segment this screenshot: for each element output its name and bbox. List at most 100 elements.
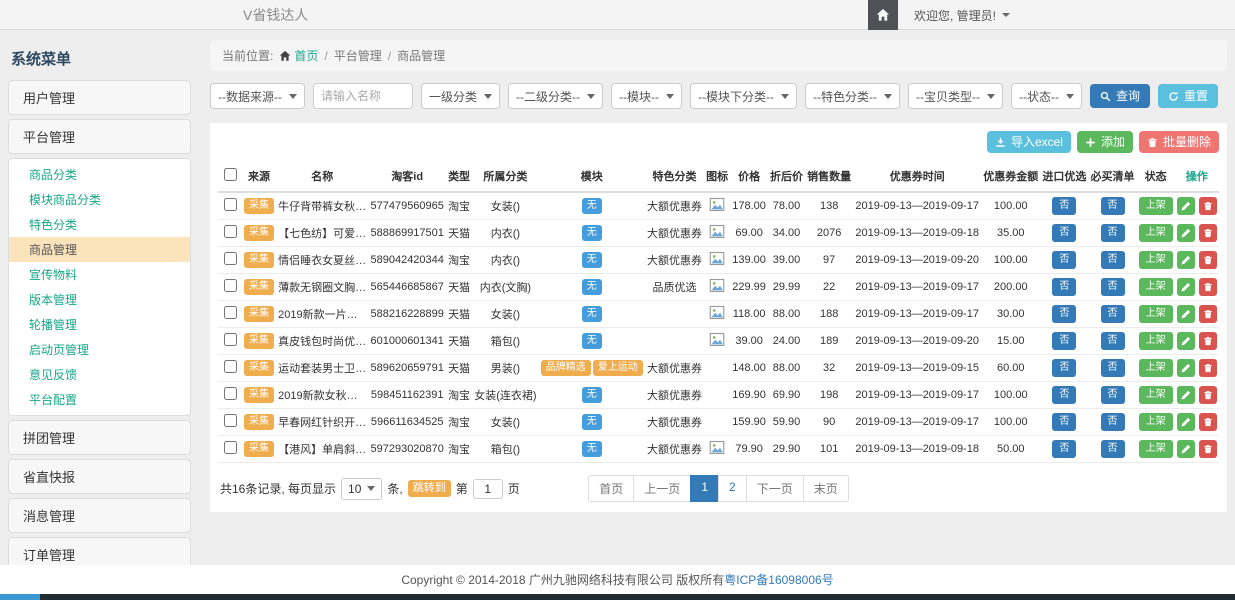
row-checkbox[interactable] bbox=[224, 306, 237, 319]
delete-button[interactable] bbox=[1199, 224, 1217, 242]
filter-select[interactable]: --状态-- bbox=[1011, 83, 1082, 109]
pagination-button[interactable]: 末页 bbox=[803, 475, 849, 502]
pagination-button[interactable]: 2 bbox=[718, 475, 747, 502]
sidebar-group-item[interactable]: 省直快报 bbox=[8, 459, 191, 494]
row-checkbox[interactable] bbox=[224, 441, 237, 454]
pagination-button[interactable]: 下一页 bbox=[746, 475, 804, 502]
delete-button[interactable] bbox=[1199, 440, 1217, 458]
sidebar-group-item[interactable]: 消息管理 bbox=[8, 498, 191, 533]
edit-button[interactable] bbox=[1177, 305, 1195, 323]
status-button[interactable]: 上架 bbox=[1139, 386, 1173, 404]
must-buy-toggle[interactable]: 否 bbox=[1101, 224, 1125, 242]
filter-select[interactable]: --二级分类-- bbox=[508, 83, 603, 109]
import-select-toggle[interactable]: 否 bbox=[1052, 359, 1076, 377]
status-button[interactable]: 上架 bbox=[1139, 305, 1173, 323]
sidebar-group-item[interactable]: 用户管理 bbox=[8, 80, 191, 115]
edit-button[interactable] bbox=[1177, 332, 1195, 350]
must-buy-toggle[interactable]: 否 bbox=[1101, 440, 1125, 458]
pagination-button[interactable]: 上一页 bbox=[633, 475, 691, 502]
must-buy-toggle[interactable]: 否 bbox=[1101, 359, 1125, 377]
edit-button[interactable] bbox=[1177, 251, 1195, 269]
status-button[interactable]: 上架 bbox=[1139, 332, 1173, 350]
delete-button[interactable] bbox=[1199, 332, 1217, 350]
must-buy-toggle[interactable]: 否 bbox=[1101, 278, 1125, 296]
status-button[interactable]: 上架 bbox=[1139, 197, 1173, 215]
delete-button[interactable] bbox=[1199, 413, 1217, 431]
must-buy-toggle[interactable]: 否 bbox=[1101, 413, 1125, 431]
row-checkbox[interactable] bbox=[224, 225, 237, 238]
row-checkbox[interactable] bbox=[224, 279, 237, 292]
sidebar-group-item[interactable]: 订单管理 bbox=[8, 537, 191, 566]
filter-select[interactable]: --宝贝类型-- bbox=[908, 83, 1003, 109]
sidebar-group-item[interactable]: 拼团管理 bbox=[8, 420, 191, 455]
status-button[interactable]: 上架 bbox=[1139, 440, 1173, 458]
status-button[interactable]: 上架 bbox=[1139, 359, 1173, 377]
sidebar-item[interactable]: 意见反馈 bbox=[9, 362, 190, 387]
edit-button[interactable] bbox=[1177, 386, 1195, 404]
delete-button[interactable] bbox=[1199, 386, 1217, 404]
batch-delete-button[interactable]: 批量删除 bbox=[1139, 131, 1219, 153]
search-button[interactable]: 查询 bbox=[1090, 84, 1150, 108]
import-excel-button[interactable]: 导入excel bbox=[987, 131, 1071, 153]
edit-button[interactable] bbox=[1177, 278, 1195, 296]
row-checkbox[interactable] bbox=[224, 387, 237, 400]
sidebar-item[interactable]: 特色分类 bbox=[9, 212, 190, 237]
jump-page-input[interactable] bbox=[473, 479, 503, 499]
sidebar-item[interactable]: 宣传物料 bbox=[9, 262, 190, 287]
edit-button[interactable] bbox=[1177, 359, 1195, 377]
status-button[interactable]: 上架 bbox=[1139, 278, 1173, 296]
sidebar-item[interactable]: 商品管理 bbox=[9, 237, 190, 262]
import-select-toggle[interactable]: 否 bbox=[1052, 440, 1076, 458]
home-button[interactable] bbox=[868, 0, 898, 30]
edit-button[interactable] bbox=[1177, 440, 1195, 458]
status-button[interactable]: 上架 bbox=[1139, 224, 1173, 242]
icp-link[interactable]: 粤ICP备16098006号 bbox=[724, 571, 833, 588]
user-menu[interactable]: 欢迎您, 管理员! bbox=[914, 7, 1010, 24]
add-button[interactable]: 添加 bbox=[1077, 131, 1133, 153]
sidebar-item[interactable]: 商品分类 bbox=[9, 162, 190, 187]
import-select-toggle[interactable]: 否 bbox=[1052, 251, 1076, 269]
sidebar-item[interactable]: 启动页管理 bbox=[9, 337, 190, 362]
filter-name-input[interactable] bbox=[313, 83, 413, 109]
row-checkbox[interactable] bbox=[224, 198, 237, 211]
edit-button[interactable] bbox=[1177, 224, 1195, 242]
jump-link[interactable]: 跳转到 bbox=[408, 480, 451, 497]
import-select-toggle[interactable]: 否 bbox=[1052, 386, 1076, 404]
select-all-checkbox[interactable] bbox=[224, 168, 237, 181]
must-buy-toggle[interactable]: 否 bbox=[1101, 251, 1125, 269]
filter-select[interactable]: --数据来源-- bbox=[210, 83, 305, 109]
must-buy-toggle[interactable]: 否 bbox=[1101, 197, 1125, 215]
row-checkbox[interactable] bbox=[224, 252, 237, 265]
filter-select[interactable]: --特色分类-- bbox=[805, 83, 900, 109]
row-checkbox[interactable] bbox=[224, 333, 237, 346]
status-button[interactable]: 上架 bbox=[1139, 413, 1173, 431]
import-select-toggle[interactable]: 否 bbox=[1052, 278, 1076, 296]
filter-select[interactable]: 一级分类 bbox=[421, 83, 500, 109]
import-select-toggle[interactable]: 否 bbox=[1052, 332, 1076, 350]
pagination-button[interactable]: 1 bbox=[690, 475, 719, 502]
import-select-toggle[interactable]: 否 bbox=[1052, 305, 1076, 323]
delete-button[interactable] bbox=[1199, 359, 1217, 377]
must-buy-toggle[interactable]: 否 bbox=[1101, 386, 1125, 404]
import-select-toggle[interactable]: 否 bbox=[1052, 224, 1076, 242]
delete-button[interactable] bbox=[1199, 197, 1217, 215]
breadcrumb-home-link[interactable]: 首页 bbox=[279, 47, 318, 64]
must-buy-toggle[interactable]: 否 bbox=[1101, 305, 1125, 323]
edit-button[interactable] bbox=[1177, 197, 1195, 215]
per-page-select[interactable]: 10 bbox=[341, 478, 382, 500]
reset-button[interactable]: 重置 bbox=[1158, 84, 1218, 108]
sidebar-item[interactable]: 版本管理 bbox=[9, 287, 190, 312]
sidebar-item[interactable]: 模块商品分类 bbox=[9, 187, 190, 212]
delete-button[interactable] bbox=[1199, 278, 1217, 296]
filter-select[interactable]: --模块下分类-- bbox=[690, 83, 797, 109]
sidebar-group-item[interactable]: 平台管理 bbox=[8, 119, 191, 154]
sidebar-item[interactable]: 轮播管理 bbox=[9, 312, 190, 337]
pagination-button[interactable]: 首页 bbox=[588, 475, 634, 502]
must-buy-toggle[interactable]: 否 bbox=[1101, 332, 1125, 350]
sidebar-item[interactable]: 平台配置 bbox=[9, 387, 190, 412]
status-button[interactable]: 上架 bbox=[1139, 251, 1173, 269]
row-checkbox[interactable] bbox=[224, 360, 237, 373]
filter-select[interactable]: --模块-- bbox=[611, 83, 682, 109]
import-select-toggle[interactable]: 否 bbox=[1052, 197, 1076, 215]
edit-button[interactable] bbox=[1177, 413, 1195, 431]
